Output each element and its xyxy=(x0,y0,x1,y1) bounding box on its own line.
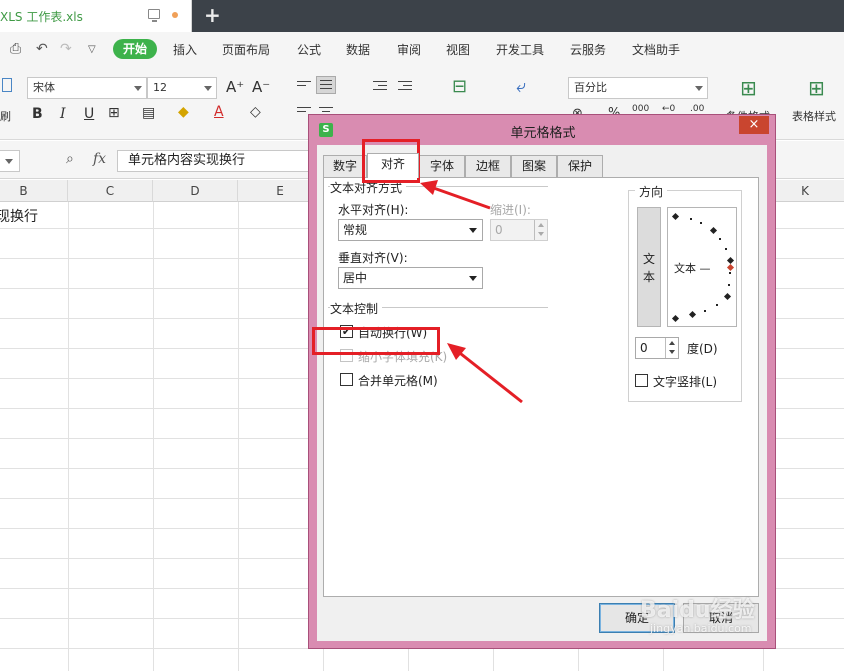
arrow-to-tab xyxy=(427,184,491,210)
arrow-to-wrap xyxy=(455,348,523,404)
annotation-arrows xyxy=(420,180,523,404)
watermark-url: jingyan.baidu.com xyxy=(650,622,752,635)
arrow-to-tab-head xyxy=(420,180,438,195)
watermark-logo: Baidu经验 xyxy=(640,598,755,623)
tab-alignment[interactable]: 对齐 xyxy=(367,153,419,178)
